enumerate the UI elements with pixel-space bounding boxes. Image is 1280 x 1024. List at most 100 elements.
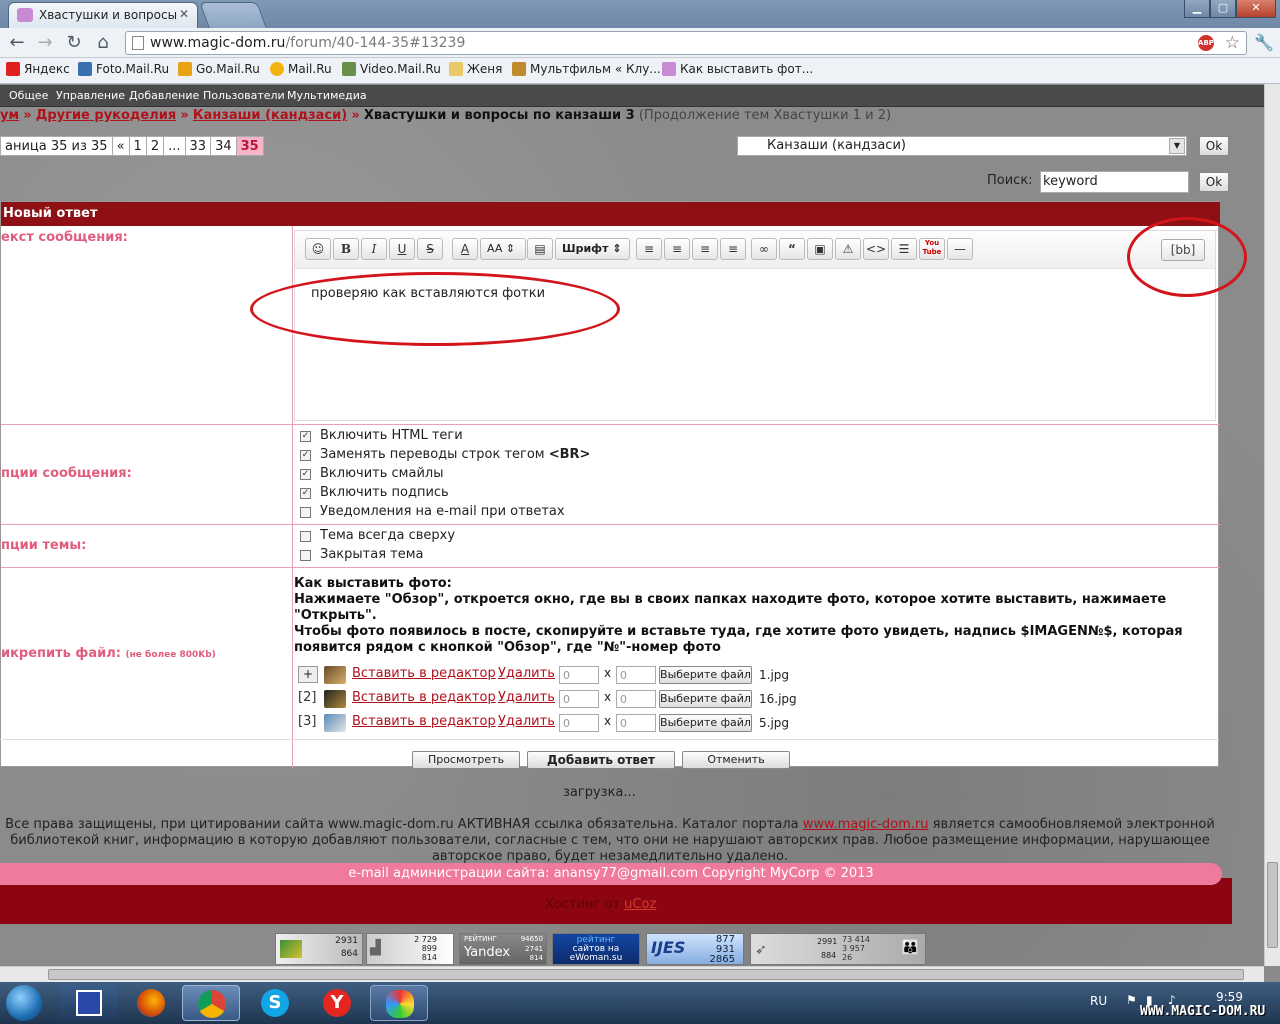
choose-file-button[interactable]: Выберите файл bbox=[659, 666, 752, 684]
taskbar-app-firefox[interactable] bbox=[122, 985, 180, 1021]
sticky-topic-checkbox[interactable] bbox=[300, 531, 311, 542]
counter-badge[interactable]: 2931 864 bbox=[275, 933, 363, 965]
search-input[interactable]: keyword bbox=[1040, 171, 1189, 193]
pagination-page[interactable]: 33 bbox=[184, 136, 212, 156]
underline-button[interactable]: U bbox=[389, 238, 415, 260]
window-close-button[interactable]: ✕ bbox=[1236, 0, 1276, 18]
align-justify-icon[interactable]: ≡ bbox=[692, 238, 718, 260]
horizontal-rule-icon[interactable]: — bbox=[947, 238, 973, 260]
font-family-select[interactable]: Шрифт ⇕ bbox=[555, 238, 630, 260]
pagination-page[interactable]: 1 bbox=[128, 136, 147, 156]
font-size-select[interactable]: AA ⇕ bbox=[480, 238, 526, 260]
insert-into-editor-link[interactable]: Вставить в редактор bbox=[352, 666, 496, 681]
align-right-icon[interactable]: ≡ bbox=[720, 238, 746, 260]
align-left-icon[interactable]: ≡ bbox=[636, 238, 662, 260]
counter-badge[interactable]: ▟ 2 729 899 814 bbox=[366, 933, 454, 965]
pagination-page[interactable]: 34 bbox=[210, 136, 237, 156]
image-width-input[interactable]: 0 bbox=[559, 714, 599, 732]
counter-badge[interactable]: IJES 877 931 2865 bbox=[646, 933, 744, 965]
address-bar[interactable]: www.magic-dom.ru/forum/40-144-35#13239 A… bbox=[125, 31, 1247, 55]
taskbar-app-skype[interactable]: S bbox=[246, 985, 304, 1021]
smileys-checkbox[interactable]: ✓ bbox=[300, 469, 311, 480]
forum-jump-ok-button[interactable]: Ok bbox=[1199, 136, 1229, 156]
menu-users[interactable]: Пользователи bbox=[203, 89, 285, 102]
preview-button[interactable]: Просмотреть bbox=[412, 751, 520, 769]
ucoz-link[interactable]: uCoz bbox=[624, 897, 656, 912]
menu-manage[interactable]: Управление bbox=[56, 89, 125, 102]
signature-checkbox[interactable]: ✓ bbox=[300, 488, 311, 499]
bold-button[interactable]: B bbox=[333, 238, 359, 260]
choose-file-button[interactable]: Выберите файл bbox=[659, 690, 752, 708]
menu-multimedia[interactable]: Мультимедиа bbox=[287, 89, 367, 102]
pagination-page[interactable]: 2 bbox=[145, 136, 165, 156]
image-height-input[interactable]: 0 bbox=[616, 690, 656, 708]
taskbar-app-yandex[interactable]: Y bbox=[308, 985, 366, 1021]
portal-link[interactable]: www.magic-dom.ru bbox=[803, 817, 929, 832]
list-icon[interactable]: ☰ bbox=[891, 238, 917, 260]
spoiler-icon[interactable]: ⚠ bbox=[835, 238, 861, 260]
delete-file-link[interactable]: Удалить bbox=[498, 714, 555, 729]
menu-add[interactable]: Добавление bbox=[129, 89, 199, 102]
vertical-scroll-thumb[interactable] bbox=[1267, 862, 1278, 948]
horizontal-scroll-thumb[interactable] bbox=[48, 969, 1244, 980]
bookmark-foto-mail[interactable]: Foto.Mail.Ru bbox=[78, 62, 169, 76]
menu-general[interactable]: Общее bbox=[9, 89, 48, 102]
image-height-input[interactable]: 0 bbox=[616, 714, 656, 732]
keyboard-language[interactable]: RU bbox=[1090, 994, 1107, 1008]
bookmark-star-icon[interactable]: ☆ bbox=[1225, 33, 1240, 53]
image-width-input[interactable]: 0 bbox=[559, 666, 599, 684]
bookmark-yandex[interactable]: Яндекс bbox=[6, 62, 70, 76]
adblock-icon[interactable]: ABP bbox=[1198, 35, 1214, 51]
yandex-rating-badge[interactable]: РЕЙТИНГ 94650 Yandex 2741 814 bbox=[459, 933, 547, 965]
align-center-icon[interactable]: ≡ bbox=[664, 238, 690, 260]
bookmark-mail[interactable]: Mail.Ru bbox=[270, 62, 332, 76]
bookmark-folder-zhenya[interactable]: Женя bbox=[449, 62, 502, 76]
vertical-scrollbar[interactable] bbox=[1264, 84, 1280, 966]
strikethrough-button[interactable]: S bbox=[417, 238, 443, 260]
link-icon[interactable]: ∞ bbox=[751, 238, 777, 260]
email-notify-checkbox[interactable] bbox=[300, 507, 311, 518]
tab-close-icon[interactable]: ✕ bbox=[179, 7, 189, 21]
window-maximize-button[interactable]: ▢ bbox=[1210, 0, 1236, 18]
delete-file-link[interactable]: Удалить bbox=[498, 666, 555, 681]
reload-icon[interactable]: ↻ bbox=[63, 32, 85, 54]
ewoman-rating-badge[interactable]: рейтинг сайтов на eWoman.su bbox=[552, 933, 640, 965]
search-ok-button[interactable]: Ok bbox=[1199, 172, 1229, 192]
choose-file-button[interactable]: Выберите файл bbox=[659, 714, 752, 732]
browser-tab-active[interactable]: Хвастушки и вопросы по ✕ bbox=[8, 2, 198, 28]
home-icon[interactable]: ⌂ bbox=[92, 32, 114, 54]
forward-arrow-icon[interactable]: → bbox=[34, 32, 56, 54]
submit-reply-button[interactable]: Добавить ответ bbox=[527, 751, 675, 769]
forum-jump-select[interactable]: Канзаши (кандзаси) ▼ bbox=[737, 136, 1187, 156]
delete-file-link[interactable]: Удалить bbox=[498, 690, 555, 705]
italic-button[interactable]: I bbox=[361, 238, 387, 260]
quote-icon[interactable]: “ bbox=[779, 238, 805, 260]
replace-br-checkbox[interactable]: ✓ bbox=[300, 450, 311, 461]
chevron-down-icon[interactable]: ▼ bbox=[1169, 138, 1185, 154]
breadcrumb-other-crafts[interactable]: Другие рукоделия bbox=[36, 108, 176, 123]
breadcrumb-forum[interactable]: ум bbox=[0, 108, 19, 123]
counter-badge[interactable]: ➶ 2991 884 73 414 3 957 26 👪 bbox=[750, 933, 926, 965]
breadcrumb-kanzashi[interactable]: Канзаши (кандзаси) bbox=[193, 108, 347, 123]
closed-topic-checkbox[interactable] bbox=[300, 550, 311, 561]
bookmark-go-mail[interactable]: Go.Mail.Ru bbox=[178, 62, 260, 76]
bookmark-how-to-photo[interactable]: Как выставить фот... bbox=[662, 62, 813, 76]
image-icon[interactable]: ▣ bbox=[807, 238, 833, 260]
start-button[interactable] bbox=[6, 985, 42, 1021]
cancel-button[interactable]: Отменить bbox=[682, 751, 790, 769]
taskbar-app-notepad[interactable] bbox=[60, 985, 118, 1021]
tray-flag-icon[interactable]: ⚑ bbox=[1126, 993, 1137, 1007]
highlight-icon[interactable]: ▤ bbox=[527, 238, 553, 260]
insert-into-editor-link[interactable]: Вставить в редактор bbox=[352, 690, 496, 705]
bookmark-video-mail[interactable]: Video.Mail.Ru bbox=[342, 62, 441, 76]
new-tab-button[interactable] bbox=[199, 2, 267, 28]
add-file-button[interactable]: + bbox=[298, 666, 318, 683]
wrench-menu-icon[interactable]: 🔧 bbox=[1254, 33, 1274, 52]
html-tags-checkbox[interactable]: ✓ bbox=[300, 431, 311, 442]
insert-into-editor-link[interactable]: Вставить в редактор bbox=[352, 714, 496, 729]
youtube-icon[interactable]: You Tube bbox=[919, 238, 945, 260]
taskbar-app-chrome[interactable] bbox=[182, 985, 240, 1021]
taskbar-app-paint[interactable] bbox=[370, 985, 428, 1021]
smiley-icon[interactable]: ☺ bbox=[305, 238, 331, 260]
text-color-icon[interactable]: A bbox=[452, 238, 478, 260]
